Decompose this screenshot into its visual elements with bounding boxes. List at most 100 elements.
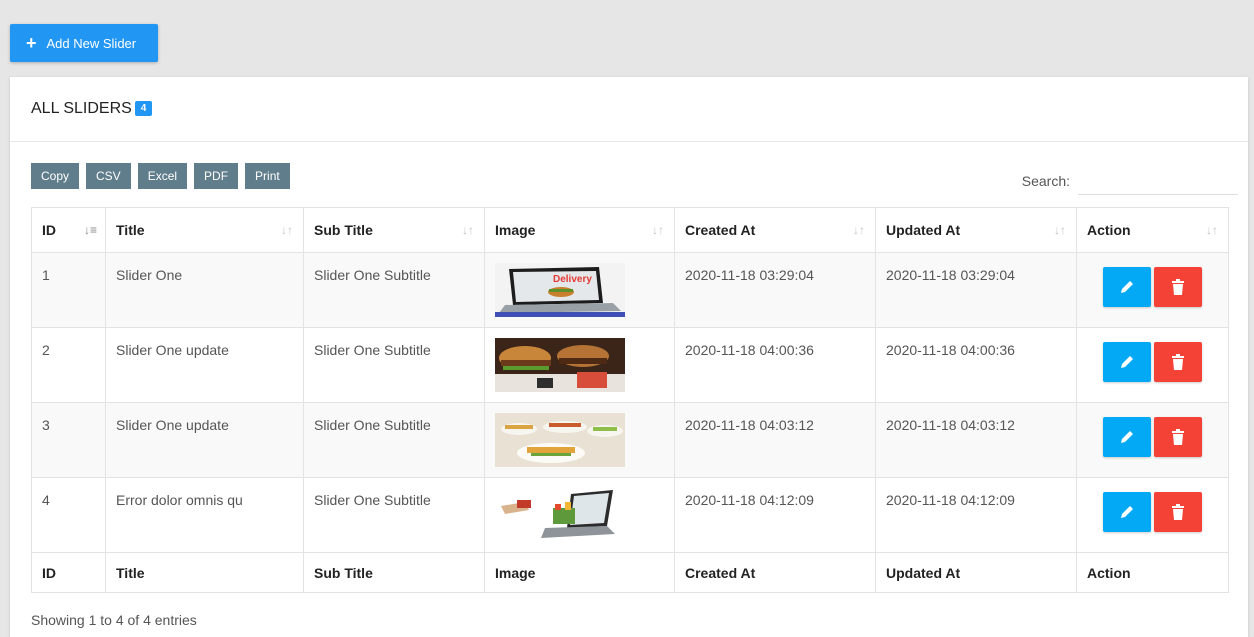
edit-button[interactable] [1103,342,1151,382]
sort-asc-icon: ↓≡ [84,223,98,237]
footer-updated-at: Updated At [875,552,1077,593]
row-actions [1087,492,1218,532]
export-buttons: Copy CSV Excel PDF Print [31,163,290,189]
delete-button[interactable] [1154,492,1202,532]
pencil-icon [1121,281,1133,293]
food-plates-image [495,413,625,467]
footer-subtitle: Sub Title [303,552,485,593]
delivery-laptop-image: Delivery [495,263,625,317]
top-bar: + Add New Slider [0,0,1254,80]
cell-created-at: 2020-11-18 04:00:36 [674,327,876,403]
cell-id: 3 [31,402,106,478]
column-header-title-label: Title [116,222,145,238]
trash-icon [1172,429,1184,445]
sort-icon: ↓↑ [281,223,293,237]
column-header-image-label: Image [495,222,536,238]
delete-button[interactable] [1154,267,1202,307]
column-header-created-at[interactable]: Created At ↓↑ [674,207,876,253]
copy-button[interactable]: Copy [31,163,80,189]
footer-image: Image [484,552,675,593]
sort-icon: ↓↑ [1206,223,1218,237]
pencil-icon [1121,431,1133,443]
column-header-subtitle[interactable]: Sub Title ↓↑ [303,207,485,253]
cell-subtitle: Slider One Subtitle [303,402,485,478]
edit-button[interactable] [1103,417,1151,457]
column-header-updated-at[interactable]: Updated At ↓↑ [875,207,1077,253]
trash-icon [1172,504,1184,520]
edit-button[interactable] [1103,267,1151,307]
cell-actions [1076,252,1229,328]
cell-subtitle: Slider One Subtitle [303,327,485,403]
column-header-created-at-label: Created At [685,222,756,238]
search-box: Search: [1022,165,1238,195]
cell-title: Error dolor omnis qu [105,477,304,553]
table-row: 2 Slider One update Slider One Subtitle [31,327,1229,403]
search-input[interactable] [1078,165,1238,195]
cell-image [484,327,675,403]
pdf-button[interactable]: PDF [194,163,239,189]
add-new-slider-label: Add New Slider [46,35,137,51]
delete-button[interactable] [1154,417,1202,457]
cell-created-at: 2020-11-18 04:03:12 [674,402,876,478]
sort-icon: ↓↑ [462,223,474,237]
sort-icon: ↓↑ [853,223,865,237]
cell-id: 4 [31,477,106,553]
cell-updated-at: 2020-11-18 04:03:12 [875,402,1077,478]
trash-icon [1172,279,1184,295]
delivery-image-text: Delivery [553,274,592,285]
excel-button[interactable]: Excel [137,163,188,189]
cell-id: 1 [31,252,106,328]
footer-action: Action [1076,552,1229,593]
sort-icon: ↓↑ [1054,223,1066,237]
cell-id: 2 [31,327,106,403]
cell-title: Slider One [105,252,304,328]
column-header-id[interactable]: ID ↓≡ [31,207,106,253]
cell-title: Slider One update [105,402,304,478]
row-actions [1087,342,1218,382]
trash-icon [1172,354,1184,370]
column-header-subtitle-label: Sub Title [314,222,373,238]
add-new-slider-button[interactable]: + Add New Slider [10,24,158,62]
card-header: ALL SLIDERS 4 [10,77,1248,142]
footer-title: Title [105,552,304,593]
cell-title: Slider One update [105,327,304,403]
cell-image [484,402,675,478]
column-header-action-label: Action [1087,222,1131,238]
csv-button[interactable]: CSV [86,163,131,189]
print-button[interactable]: Print [245,163,290,189]
table-row: 3 Slider One update Slider One Subtitle [31,402,1229,478]
count-badge: 4 [134,100,153,116]
sort-icon: ↓↑ [652,223,664,237]
column-header-action[interactable]: Action ↓↑ [1076,207,1229,253]
row-actions [1087,417,1218,457]
table-header-row: ID ↓≡ Title ↓↑ Sub Title ↓↑ Image ↓↑ Created… [31,207,1229,253]
sliders-card: ALL SLIDERS 4 Copy CSV Excel PDF Print S… [10,77,1248,637]
table-row: 4 Error dolor omnis qu Slider One Subtit… [31,477,1229,553]
column-header-title[interactable]: Title ↓↑ [105,207,304,253]
footer-created-at: Created At [674,552,876,593]
cell-created-at: 2020-11-18 03:29:04 [674,252,876,328]
table-footer-row: ID Title Sub Title Image Created At Upda… [31,552,1229,593]
cell-actions [1076,402,1229,478]
column-header-id-label: ID [42,222,56,238]
edit-button[interactable] [1103,492,1151,532]
pencil-icon [1121,356,1133,368]
column-header-image[interactable]: Image ↓↑ [484,207,675,253]
cell-updated-at: 2020-11-18 03:29:04 [875,252,1077,328]
card-title: ALL SLIDERS [31,100,132,117]
cell-subtitle: Slider One Subtitle [303,252,485,328]
delete-button[interactable] [1154,342,1202,382]
cell-updated-at: 2020-11-18 04:00:36 [875,327,1077,403]
row-actions [1087,267,1218,307]
cell-updated-at: 2020-11-18 04:12:09 [875,477,1077,553]
cell-subtitle: Slider One Subtitle [303,477,485,553]
cell-actions [1076,327,1229,403]
footer-id: ID [31,552,106,593]
cell-created-at: 2020-11-18 04:12:09 [674,477,876,553]
sliders-table: ID ↓≡ Title ↓↑ Sub Title ↓↑ Image ↓↑ Created… [31,207,1229,593]
cell-actions [1076,477,1229,553]
column-header-updated-at-label: Updated At [886,222,961,238]
search-label: Search: [1021,173,1070,189]
online-shopping-laptop-image [495,488,625,542]
table-row: 1 Slider One Slider One Subtitle Deliver… [31,252,1229,328]
